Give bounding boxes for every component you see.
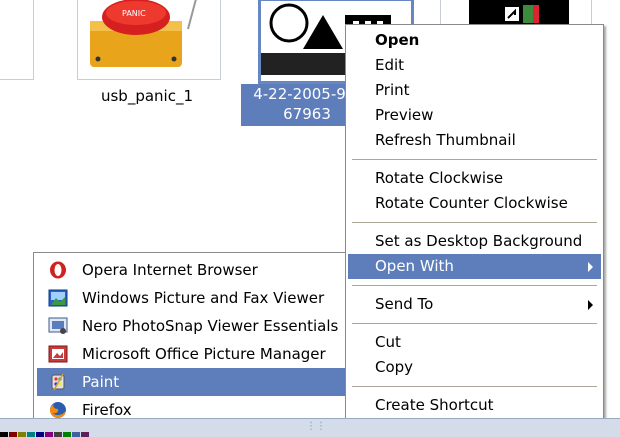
menu-item-open[interactable]: Open xyxy=(348,28,601,53)
menu-item-rotate-clockwise[interactable]: Rotate Clockwise xyxy=(348,166,601,191)
menu-item-preview[interactable]: Preview xyxy=(348,103,601,128)
submenu-item-label: Opera Internet Browser xyxy=(82,261,258,279)
submenu-item-label: Firefox xyxy=(82,401,132,419)
color-swatch-strip xyxy=(0,432,90,437)
menu-item-refresh-thumbnail[interactable]: Refresh Thumbnail xyxy=(348,128,601,153)
swatch xyxy=(81,432,89,437)
submenu-item-nero-photosnap[interactable]: Nero PhotoSnap Viewer Essentials xyxy=(37,312,345,340)
submenu-item-picture-viewer[interactable]: Windows Picture and Fax Viewer xyxy=(37,284,345,312)
menu-item-set-desktop-background[interactable]: Set as Desktop Background xyxy=(348,229,601,254)
thumbnail-usb-panic[interactable]: PANIC xyxy=(77,0,221,80)
menu-separator xyxy=(352,323,597,324)
submenu-item-paint[interactable]: Paint xyxy=(37,368,345,396)
thumbnail-partial[interactable] xyxy=(0,0,34,80)
swatch xyxy=(63,432,71,437)
swatch xyxy=(9,432,17,437)
firefox-icon xyxy=(50,402,66,418)
menu-item-copy[interactable]: Copy xyxy=(348,355,601,380)
submenu-item-office-picture-manager[interactable]: Microsoft Office Picture Manager xyxy=(37,340,345,368)
swatch xyxy=(0,432,8,437)
submenu-item-firefox[interactable]: Firefox xyxy=(37,396,345,419)
usb-panic-button-image: PANIC xyxy=(90,0,197,67)
menu-item-label: Edit xyxy=(375,56,405,74)
menu-separator xyxy=(352,285,597,286)
menu-item-label: Set as Desktop Background xyxy=(375,232,583,250)
thumbnail-caption[interactable]: usb_panic_1 xyxy=(80,87,214,105)
svg-text:PANIC: PANIC xyxy=(122,9,146,18)
splitter-grip-icon[interactable]: ⋮⋮ xyxy=(306,421,326,432)
picture-viewer-icon xyxy=(48,289,68,307)
swatch xyxy=(45,432,53,437)
menu-item-label: Copy xyxy=(375,358,414,376)
paint-icon xyxy=(51,373,65,391)
menu-item-label: Print xyxy=(375,81,410,99)
swatch xyxy=(36,432,44,437)
nero-photosnap-icon xyxy=(48,317,68,334)
swatch xyxy=(72,432,80,437)
submenu-item-label: Nero PhotoSnap Viewer Essentials xyxy=(82,317,339,335)
menu-item-label: Preview xyxy=(375,106,434,124)
menu-separator xyxy=(352,159,597,160)
submenu-item-opera[interactable]: Opera Internet Browser xyxy=(37,256,345,284)
context-menu: Open Edit Print Preview Refresh Thumbnai… xyxy=(345,24,604,426)
submenu-item-label: Microsoft Office Picture Manager xyxy=(82,345,326,363)
menu-item-label: Refresh Thumbnail xyxy=(375,131,516,149)
office-picture-manager-icon xyxy=(48,345,68,363)
menu-separator xyxy=(352,386,597,387)
bottom-splitter-bar[interactable]: ⋮⋮ xyxy=(0,418,620,437)
submenu-item-label: Windows Picture and Fax Viewer xyxy=(82,289,325,307)
menu-item-label: Open With xyxy=(375,257,454,275)
menu-item-open-with[interactable]: Open With xyxy=(348,254,601,279)
menu-item-label: Rotate Counter Clockwise xyxy=(375,194,568,212)
swatch xyxy=(27,432,35,437)
swatch xyxy=(54,432,62,437)
menu-item-label: Cut xyxy=(375,333,401,351)
menu-item-edit[interactable]: Edit xyxy=(348,53,601,78)
menu-item-rotate-counter-clockwise[interactable]: Rotate Counter Clockwise xyxy=(348,191,601,216)
menu-separator xyxy=(352,222,597,223)
opera-icon xyxy=(50,261,66,279)
submenu-arrow-icon xyxy=(588,300,593,310)
swatch xyxy=(18,432,26,437)
open-with-submenu: Opera Internet Browser Windows Picture a… xyxy=(33,252,349,420)
menu-item-label: Rotate Clockwise xyxy=(375,169,504,187)
menu-item-label: Send To xyxy=(375,295,434,313)
menu-item-send-to[interactable]: Send To xyxy=(348,292,601,317)
submenu-item-label: Paint xyxy=(82,373,120,391)
menu-item-cut[interactable]: Cut xyxy=(348,330,601,355)
menu-item-print[interactable]: Print xyxy=(348,78,601,103)
submenu-arrow-icon xyxy=(588,262,593,272)
menu-item-label: Create Shortcut xyxy=(375,396,494,414)
menu-item-create-shortcut[interactable]: Create Shortcut xyxy=(348,393,601,418)
menu-item-label: Open xyxy=(375,31,420,49)
